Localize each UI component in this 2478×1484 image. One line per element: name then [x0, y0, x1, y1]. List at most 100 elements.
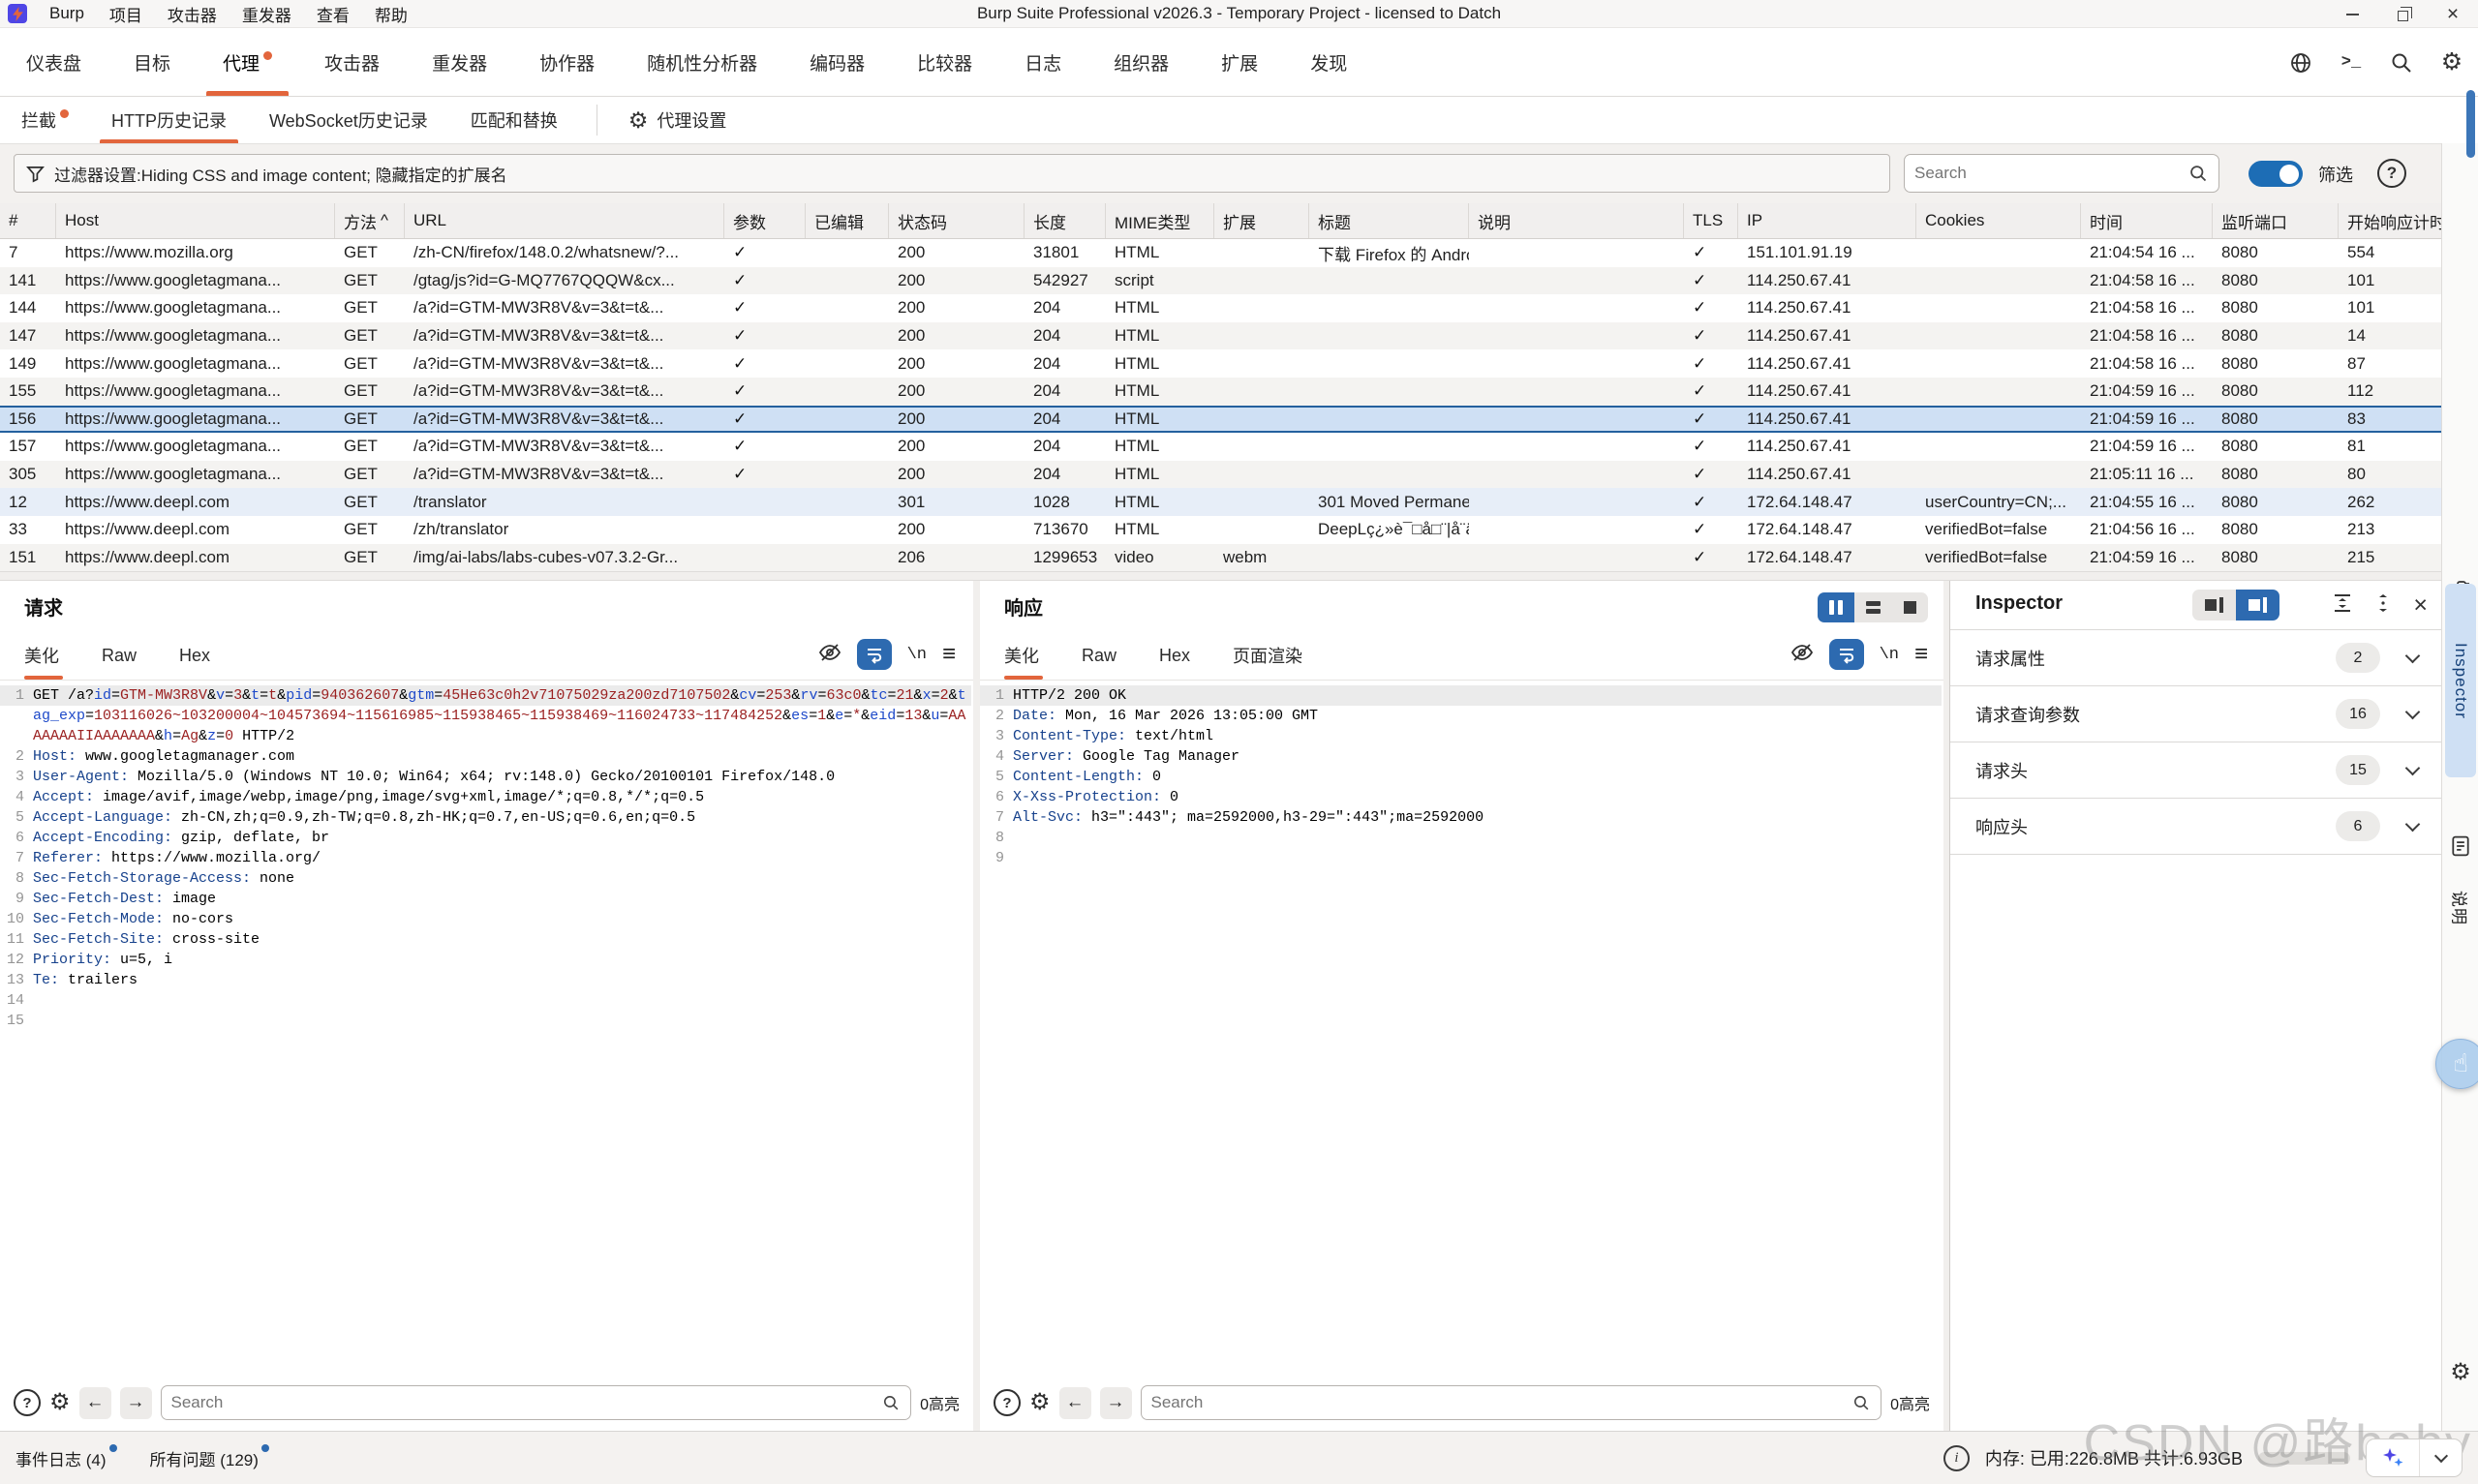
table-row[interactable]: 144https://www.googletagmana...GET/a?id=… — [0, 294, 2478, 322]
side-tab-inspector[interactable]: Inspector — [2445, 584, 2476, 777]
tab-日志[interactable]: 日志 — [998, 28, 1087, 96]
table-scrollbar-thumb[interactable] — [2466, 90, 2475, 158]
all-issues-button[interactable]: 所有问题 (129) — [150, 1446, 269, 1470]
eye-slash-icon[interactable] — [1790, 641, 1814, 669]
tab-匹配和替换[interactable]: 匹配和替换 — [449, 97, 579, 143]
column-header-Host[interactable]: Host — [56, 203, 335, 238]
column-header-IP[interactable]: IP — [1738, 203, 1916, 238]
editor-tab-Raw[interactable]: Raw — [84, 631, 154, 680]
filter-toggle[interactable] — [2249, 161, 2303, 187]
newline-toggle-icon[interactable]: \n — [907, 646, 927, 664]
response-editor[interactable]: 1HTTP/2 200 OK2Date: Mon, 16 Mar 2026 13… — [980, 683, 1942, 1375]
close-button[interactable]: × — [2428, 0, 2478, 28]
settings-gear-icon[interactable]: ⚙ — [2439, 50, 2464, 76]
editor-menu-icon[interactable]: ≡ — [1914, 643, 1928, 666]
ai-dropdown-chevron[interactable] — [2419, 1439, 2462, 1476]
layout-vertical-split-button[interactable] — [1818, 592, 1854, 622]
table-row[interactable]: 151https://www.deepl.comGET/img/ai-labs/… — [0, 544, 2478, 572]
expand-all-icon[interactable] — [2332, 592, 2353, 619]
tab-重发器[interactable]: 重发器 — [406, 28, 513, 96]
inspector-dock-left-button[interactable] — [2192, 590, 2236, 621]
response-search-input[interactable] — [1151, 1393, 1853, 1412]
tab-协作器[interactable]: 协作器 — [513, 28, 621, 96]
notes-document-icon[interactable] — [2442, 835, 2478, 857]
column-header-TLS[interactable]: TLS — [1684, 203, 1738, 238]
column-header-Cookies[interactable]: Cookies — [1916, 203, 2081, 238]
table-row[interactable]: 7https://www.mozilla.orgGET/zh-CN/firefo… — [0, 239, 2478, 267]
inspector-section-响应头[interactable]: 响应头6 — [1950, 799, 2441, 855]
collapse-all-icon[interactable] — [2372, 592, 2394, 619]
proxy-settings-button[interactable]: ⚙ 代理设置 — [615, 97, 741, 143]
column-header-index[interactable]: # — [0, 203, 56, 238]
globe-icon[interactable] — [2288, 50, 2313, 76]
tab-扩展[interactable]: 扩展 — [1195, 28, 1284, 96]
strip-settings-gear-icon[interactable]: ⚙ — [2442, 1361, 2478, 1384]
menu-item-查看[interactable]: 查看 — [304, 0, 362, 27]
table-row[interactable]: 147https://www.googletagmana...GET/a?id=… — [0, 322, 2478, 350]
next-match-button[interactable]: → — [1100, 1387, 1132, 1419]
column-header-长度[interactable]: 长度 — [1025, 203, 1106, 238]
event-log-button[interactable]: 事件日志 (4) — [15, 1446, 117, 1470]
filter-settings-bar[interactable]: 过滤器设置:Hiding CSS and image content; 隐藏指定… — [14, 154, 1890, 193]
tab-编码器[interactable]: 编码器 — [783, 28, 891, 96]
request-editor[interactable]: 1GET /a?id=GTM-MW3R8V&v=3&t=t&pid=940362… — [0, 683, 971, 1375]
editor-tab-Hex[interactable]: Hex — [162, 631, 228, 680]
terminal-icon[interactable]: >_ — [2339, 50, 2364, 76]
tab-攻击器[interactable]: 攻击器 — [298, 28, 406, 96]
inspector-dock-right-button[interactable] — [2236, 590, 2279, 621]
inspector-section-请求头[interactable]: 请求头15 — [1950, 742, 2441, 799]
inspector-section-请求查询参数[interactable]: 请求查询参数16 — [1950, 686, 2441, 742]
column-header-参数[interactable]: 参数 — [724, 203, 806, 238]
word-wrap-button[interactable] — [1829, 639, 1864, 670]
help-icon[interactable]: ? — [994, 1389, 1021, 1416]
column-header-时间[interactable]: 时间 — [2081, 203, 2213, 238]
column-header-状态码[interactable]: 状态码 — [889, 203, 1025, 238]
help-icon[interactable]: ? — [14, 1389, 41, 1416]
table-row[interactable]: 33https://www.deepl.comGET/zh/translator… — [0, 516, 2478, 544]
editor-tab-Hex[interactable]: Hex — [1142, 631, 1208, 680]
tab-WebSocket历史记录[interactable]: WebSocket历史记录 — [248, 97, 449, 143]
layout-horizontal-split-button[interactable] — [1854, 592, 1891, 622]
tab-组织器[interactable]: 组织器 — [1087, 28, 1195, 96]
info-icon[interactable]: i — [1943, 1445, 1970, 1471]
horizontal-splitter[interactable] — [0, 571, 2478, 581]
inspector-section-请求属性[interactable]: 请求属性2 — [1950, 630, 2441, 686]
editor-tab-页面渲染[interactable]: 页面渲染 — [1215, 631, 1320, 680]
tab-比较器[interactable]: 比较器 — [891, 28, 998, 96]
tab-目标[interactable]: 目标 — [107, 28, 197, 96]
layout-single-pane-button[interactable] — [1891, 592, 1928, 622]
search-settings-gear-icon[interactable]: ⚙ — [1029, 1391, 1051, 1414]
menu-item-帮助[interactable]: 帮助 — [362, 0, 420, 27]
tab-发现[interactable]: 发现 — [1284, 28, 1373, 96]
column-header-扩展[interactable]: 扩展 — [1214, 203, 1309, 238]
table-row[interactable]: 141https://www.googletagmana...GET/gtag/… — [0, 267, 2478, 295]
column-header-MIME类型[interactable]: MIME类型 — [1106, 203, 1214, 238]
tab-HTTP历史记录[interactable]: HTTP历史记录 — [90, 97, 248, 143]
request-search-input[interactable] — [171, 1393, 883, 1412]
search-icon[interactable] — [2389, 50, 2414, 76]
vertical-splitter[interactable] — [973, 581, 980, 1431]
search-settings-gear-icon[interactable]: ⚙ — [49, 1391, 71, 1414]
column-header-方法[interactable]: 方法 ^ — [335, 203, 405, 238]
table-row[interactable]: 156https://www.googletagmana...GET/a?id=… — [0, 406, 2478, 434]
previous-match-button[interactable]: ← — [79, 1387, 111, 1419]
table-row[interactable]: 149https://www.googletagmana...GET/a?id=… — [0, 349, 2478, 378]
help-icon[interactable]: ? — [2377, 159, 2406, 188]
minimize-button[interactable] — [2327, 0, 2377, 28]
editor-tab-美化[interactable]: 美化 — [24, 631, 76, 680]
column-header-监听端口[interactable]: 监听端口 — [2213, 203, 2339, 238]
editor-tab-Raw[interactable]: Raw — [1064, 631, 1134, 680]
menu-item-项目[interactable]: 项目 — [97, 0, 155, 27]
table-row[interactable]: 305https://www.googletagmana...GET/a?id=… — [0, 461, 2478, 489]
word-wrap-button[interactable] — [857, 639, 892, 670]
column-header-标题[interactable]: 标题 — [1309, 203, 1469, 238]
tab-拦截[interactable]: 拦截 — [0, 97, 90, 143]
menu-item-攻击器[interactable]: 攻击器 — [155, 0, 229, 27]
editor-menu-icon[interactable]: ≡ — [942, 643, 956, 666]
restore-button[interactable] — [2377, 0, 2428, 28]
editor-tab-美化[interactable]: 美化 — [1004, 631, 1056, 680]
previous-match-button[interactable]: ← — [1059, 1387, 1091, 1419]
menu-item-重发器[interactable]: 重发器 — [229, 0, 304, 27]
sparkles-icon[interactable] — [2367, 1439, 2419, 1476]
column-header-说明[interactable]: 说明 — [1469, 203, 1684, 238]
